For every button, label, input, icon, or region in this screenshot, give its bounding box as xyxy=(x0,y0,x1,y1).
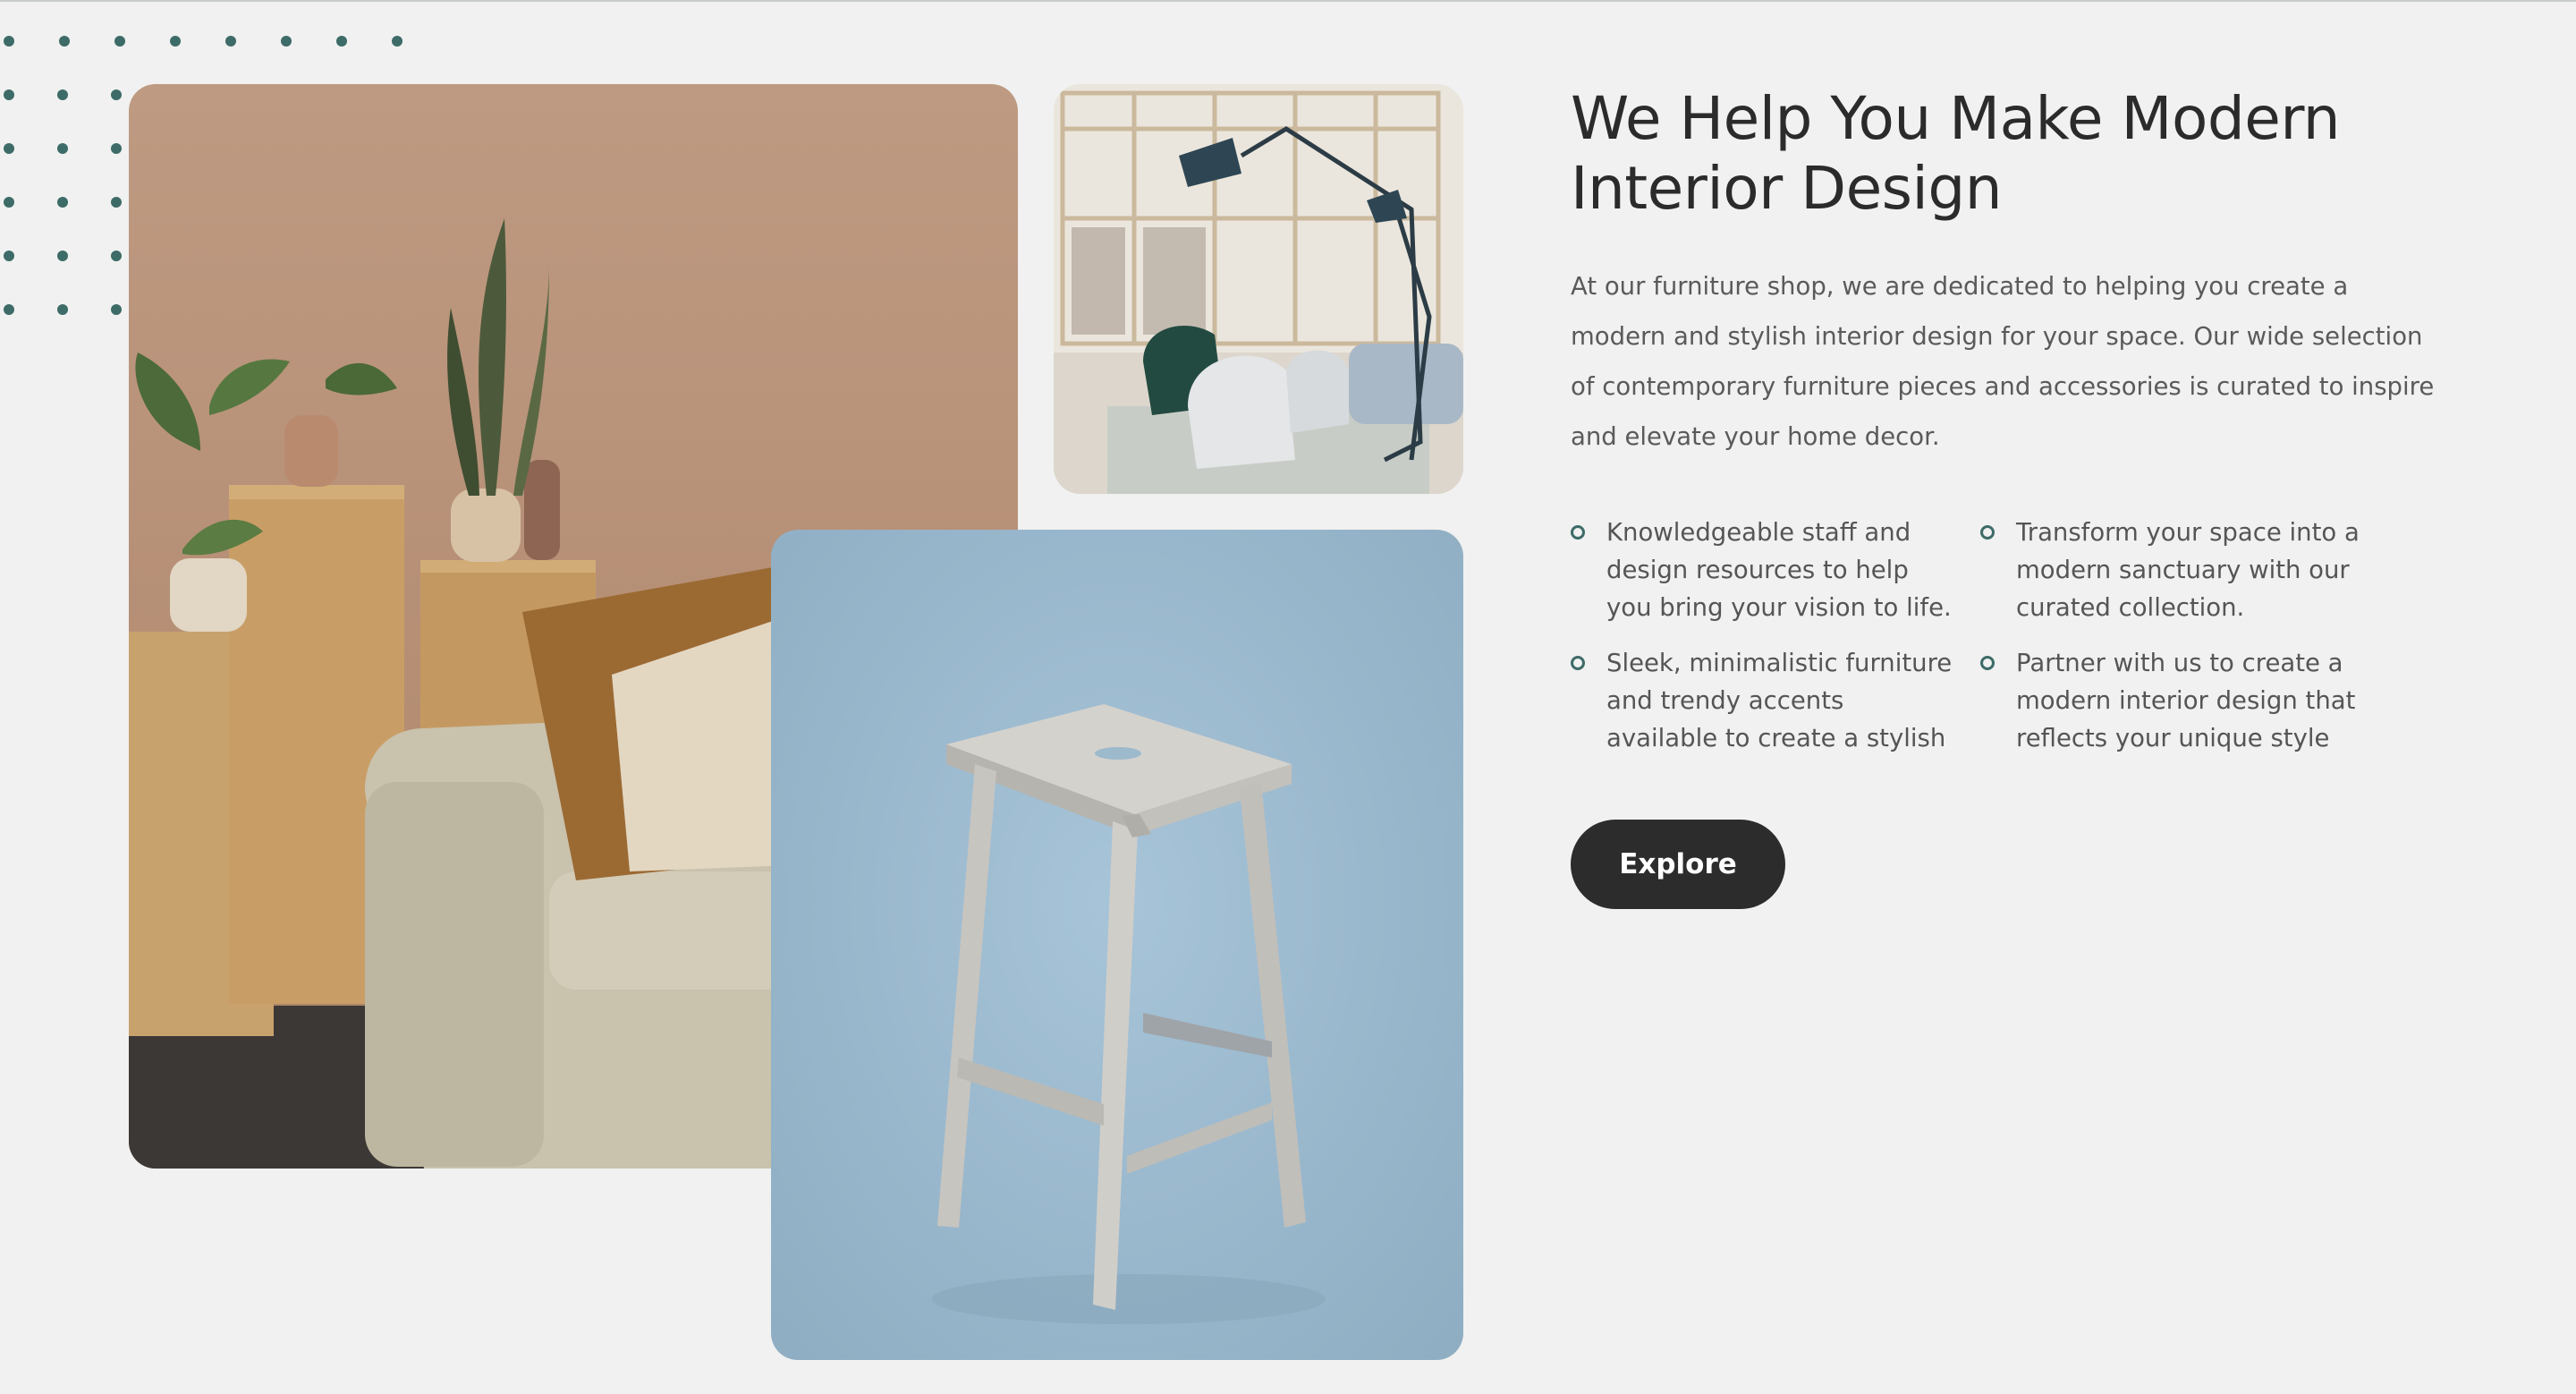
bullet-icon xyxy=(1571,525,1585,540)
lounge-chairs-image xyxy=(1054,84,1463,494)
feature-text: Partner with us to create a modern inter… xyxy=(2016,649,2356,752)
feature-item: Knowledgeable staff and design resources… xyxy=(1571,514,1955,626)
decorative-dot xyxy=(57,89,68,100)
decorative-dot xyxy=(4,197,14,208)
wooden-stool-image xyxy=(771,530,1463,1360)
decorative-dot xyxy=(59,36,70,47)
decorative-dot xyxy=(57,304,68,315)
decorative-dot xyxy=(225,36,236,47)
decorative-dot xyxy=(281,36,292,47)
feature-item: Sleek, minimalistic furniture and trendy… xyxy=(1571,644,1955,757)
feature-text: Transform your space into a modern sanct… xyxy=(2016,518,2360,622)
decorative-dot xyxy=(57,251,68,261)
content-column: We Help You Make Modern Interior Design … xyxy=(1571,84,2447,909)
bullet-icon xyxy=(1980,525,1995,540)
decorative-dot xyxy=(392,36,402,47)
decorative-dot xyxy=(57,143,68,154)
decorative-dot xyxy=(111,143,122,154)
decorative-dot xyxy=(57,197,68,208)
bullet-icon xyxy=(1571,656,1585,670)
decorative-dot xyxy=(4,36,14,47)
decorative-dot xyxy=(4,251,14,261)
bullet-icon xyxy=(1980,656,1995,670)
decorative-dot xyxy=(111,304,122,315)
decorative-dot xyxy=(111,251,122,261)
feature-text: Knowledgeable staff and design resources… xyxy=(1606,518,1952,622)
decorative-dot xyxy=(4,143,14,154)
decorative-dot xyxy=(336,36,347,47)
decorative-dot xyxy=(170,36,181,47)
section-description: At our furniture shop, we are dedicated … xyxy=(1571,272,2435,451)
feature-text: Sleek, minimalistic furniture and trendy… xyxy=(1606,649,1953,752)
feature-item: Partner with us to create a modern inter… xyxy=(1980,644,2365,757)
features-list: Knowledgeable staff and design resources… xyxy=(1571,514,2447,757)
page: We Help You Make Modern Interior Design … xyxy=(0,0,2576,1394)
decorative-dot xyxy=(4,89,14,100)
decorative-dot xyxy=(4,304,14,315)
decorative-dot xyxy=(111,197,122,208)
feature-item: Transform your space into a modern sanct… xyxy=(1980,514,2365,626)
decorative-dot xyxy=(114,36,125,47)
decorative-dot xyxy=(111,89,122,100)
section-title: We Help You Make Modern Interior Design xyxy=(1571,84,2341,223)
explore-button[interactable]: Explore xyxy=(1571,820,1785,909)
